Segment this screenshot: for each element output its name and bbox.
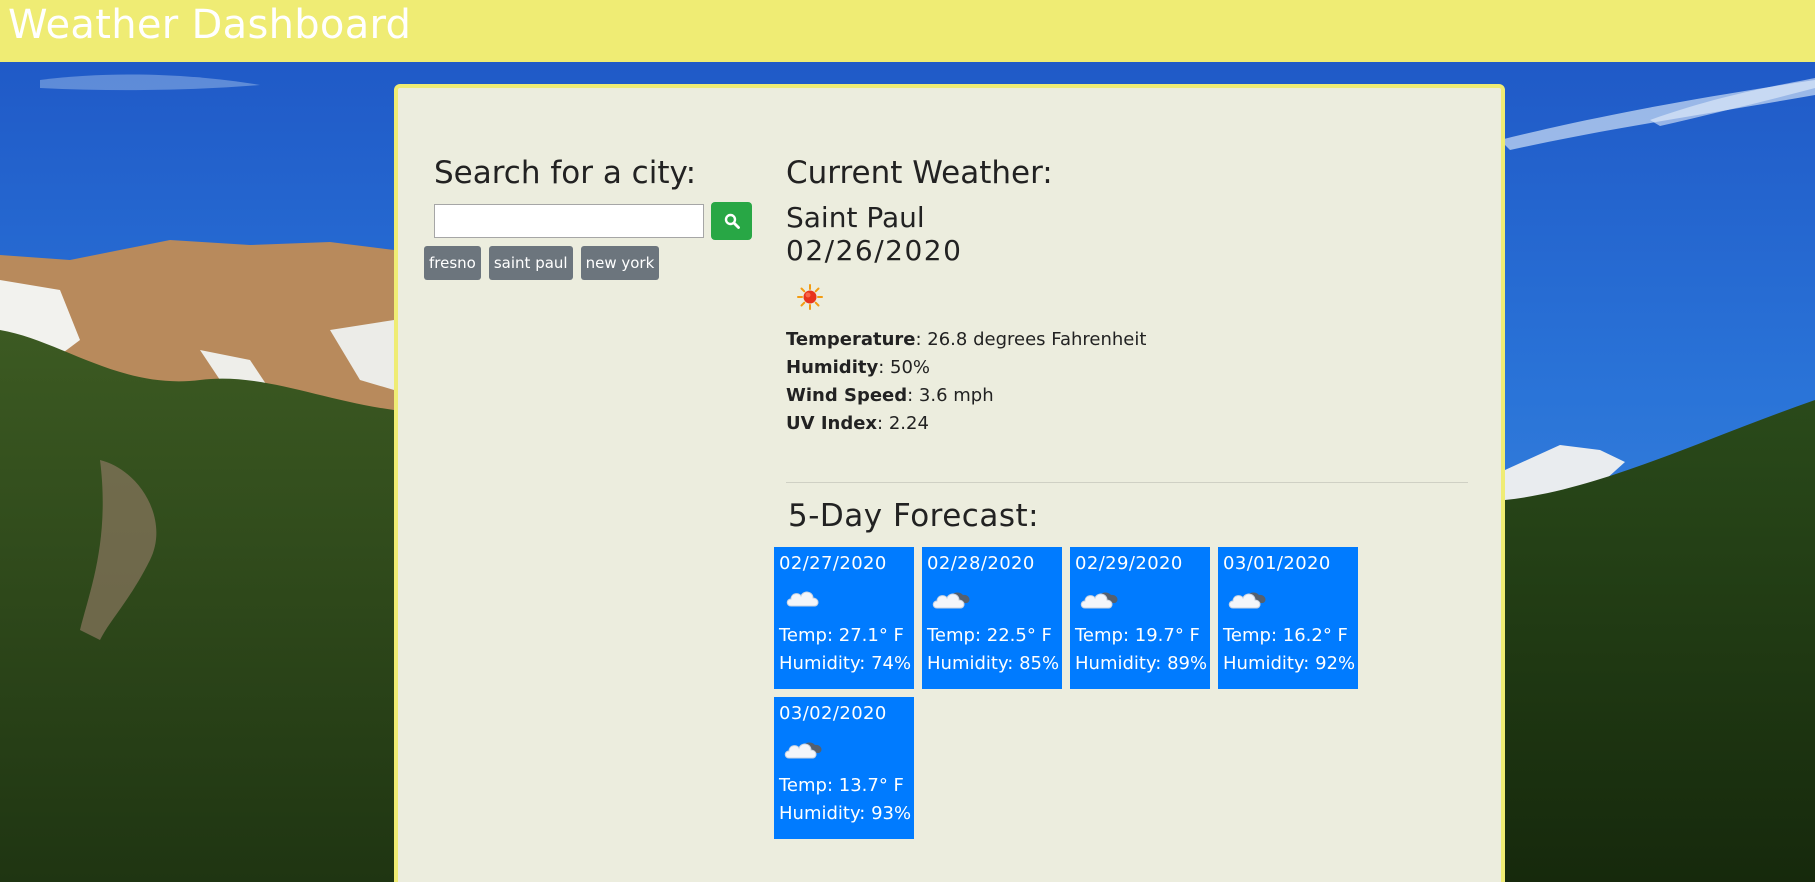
temperature-row: Temperature: 26.8 degrees Fahrenheit	[786, 326, 1146, 354]
forecast-date: 03/02/2020	[779, 703, 887, 724]
forecast-date: 03/01/2020	[1223, 553, 1331, 574]
search-history: fresno saint paul new york	[424, 246, 660, 280]
sun-icon	[797, 284, 823, 310]
app-title: Weather Dashboard	[8, 2, 412, 48]
city-name: Saint Paul	[786, 201, 925, 234]
wind-speed-row: Wind Speed: 3.6 mph	[786, 382, 1146, 410]
history-button-fresno[interactable]: fresno	[424, 246, 481, 280]
forecast-temp: Temp: 13.7° F	[779, 775, 904, 796]
humidity-row: Humidity: 50%	[786, 354, 1146, 382]
wind-speed-label: Wind Speed	[786, 385, 908, 406]
forecast-date: 02/27/2020	[779, 553, 887, 574]
uv-index-row: UV Index: 2.24	[786, 410, 1146, 438]
uv-index-label: UV Index	[786, 413, 878, 434]
search-row	[434, 202, 752, 240]
forecast-card: 02/29/2020 Temp: 19.7° F Humidity: 89%	[1070, 547, 1210, 689]
forecast-humidity: Humidity: 92%	[1223, 653, 1356, 674]
forecast-humidity: Humidity: 89%	[1075, 653, 1208, 674]
forecast-temp: Temp: 19.7° F	[1075, 625, 1200, 646]
current-details: Temperature: 26.8 degrees Fahrenheit Hum…	[786, 326, 1146, 438]
cloudy-icon	[932, 592, 970, 609]
wind-speed-value: : 3.6 mph	[907, 385, 994, 406]
main-panel: Search for a city: fresno saint paul new…	[394, 84, 1505, 882]
cloud-icon	[786, 591, 819, 607]
forecast-card: 03/01/2020 Temp: 16.2° F Humidity: 92%	[1218, 547, 1358, 689]
forecast-humidity: Humidity: 85%	[927, 653, 1060, 674]
forecast-date: 02/28/2020	[927, 553, 1035, 574]
humidity-value: : 50%	[878, 357, 930, 378]
forecast-card: 03/02/2020 Temp: 13.7° F Humidity: 93%	[774, 697, 914, 839]
forecast-temp: Temp: 22.5° F	[927, 625, 1052, 646]
current-weather-heading: Current Weather:	[786, 155, 1053, 191]
search-icon	[724, 213, 740, 229]
forecast-date: 02/29/2020	[1075, 553, 1183, 574]
uv-index-value: : 2.24	[877, 413, 929, 434]
temperature-label: Temperature	[786, 329, 916, 350]
city-search-input[interactable]	[434, 204, 704, 238]
search-button[interactable]	[711, 202, 752, 240]
search-heading: Search for a city:	[434, 155, 697, 191]
current-date: 02/26/2020	[786, 234, 963, 267]
forecast-heading: 5-Day Forecast:	[788, 498, 1040, 534]
forecast-card: 02/27/2020 Temp: 27.1° F Humidity: 74%	[774, 547, 914, 689]
temperature-value: : 26.8 degrees Fahrenheit	[915, 329, 1147, 350]
cloudy-icon	[784, 742, 822, 759]
forecast-card: 02/28/2020 Temp: 22.5° F Humidity: 85%	[922, 547, 1062, 689]
forecast-humidity: Humidity: 93%	[779, 803, 912, 824]
forecast-temp: Temp: 16.2° F	[1223, 625, 1348, 646]
cloudy-icon	[1080, 592, 1118, 609]
humidity-label: Humidity	[786, 357, 879, 378]
header-bar: Weather Dashboard	[0, 0, 1815, 62]
cloudy-icon	[1228, 592, 1266, 609]
history-button-new-york[interactable]: new york	[580, 246, 660, 280]
forecast-temp: Temp: 27.1° F	[779, 625, 904, 646]
section-divider	[786, 482, 1468, 483]
forecast-humidity: Humidity: 74%	[779, 653, 912, 674]
history-button-saint-paul[interactable]: saint paul	[488, 246, 573, 280]
